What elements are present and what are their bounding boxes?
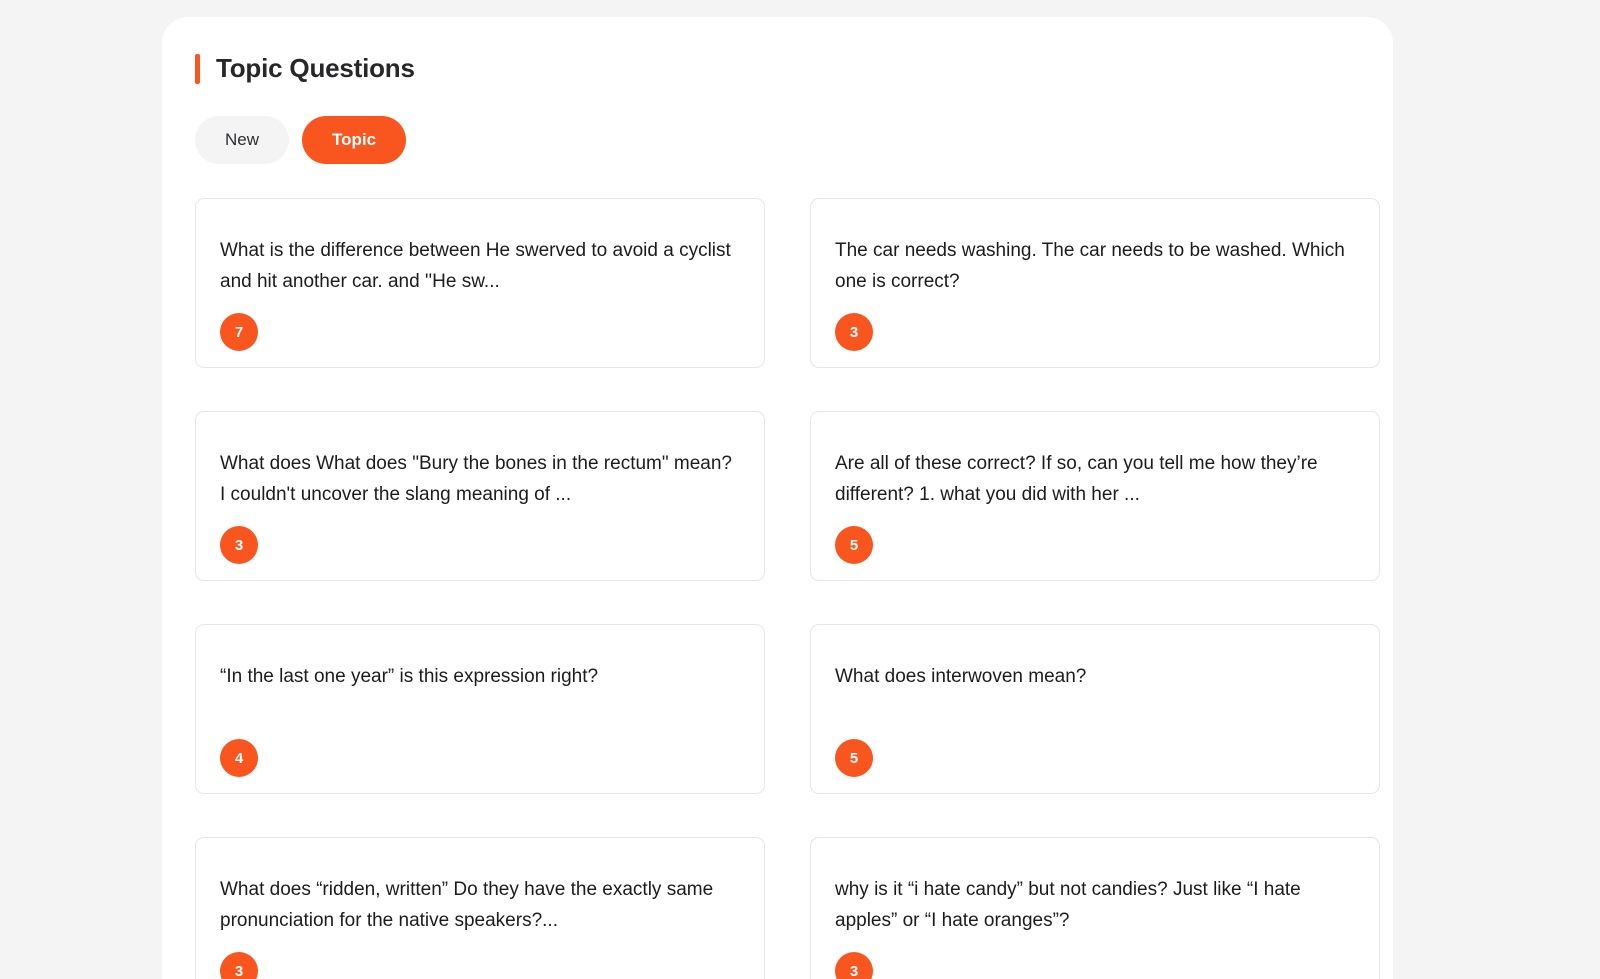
question-text: What does “ridden, written” Do they have… <box>220 879 714 931</box>
question-card[interactable]: “In the last one year” is this expressio… <box>195 624 765 794</box>
question-card-grid: What is the difference between He swerve… <box>195 198 1393 979</box>
page-title: Topic Questions <box>216 53 415 83</box>
question-card[interactable]: What does What does "Bury the bones in t… <box>195 411 765 581</box>
answer-count-badge: 4 <box>220 739 258 777</box>
answer-count-badge: 3 <box>835 313 873 351</box>
answer-count-badge: 5 <box>835 526 873 564</box>
question-card[interactable]: The car needs washing. The car needs to … <box>810 198 1380 368</box>
question-card[interactable]: What does “ridden, written” Do they have… <box>195 837 765 979</box>
filter-tabs: New Topic <box>195 116 1393 164</box>
answer-count-badge: 7 <box>220 313 258 351</box>
filter-tab-topic[interactable]: Topic <box>302 116 407 164</box>
question-card[interactable]: What is the difference between He swerve… <box>195 198 765 368</box>
answer-count-badge: 5 <box>835 739 873 777</box>
question-text: The car needs washing. The car needs to … <box>835 240 1345 292</box>
question-text: Are all of these correct? If so, can you… <box>835 453 1318 505</box>
question-card[interactable]: Are all of these correct? If so, can you… <box>810 411 1380 581</box>
topic-questions-panel: Topic Questions New Topic What is the di… <box>162 17 1393 979</box>
answer-count-badge: 3 <box>835 952 873 979</box>
question-card[interactable]: What does interwoven mean? 5 <box>810 624 1380 794</box>
question-text: why is it “i hate candy” but not candies… <box>835 879 1301 931</box>
accent-bar-icon <box>195 53 200 84</box>
question-text: What is the difference between He swerve… <box>220 240 731 292</box>
answer-count-badge: 3 <box>220 526 258 564</box>
question-text: What does What does "Bury the bones in t… <box>220 453 732 505</box>
answer-count-badge: 3 <box>220 952 258 979</box>
question-text: “In the last one year” is this expressio… <box>220 666 599 687</box>
question-card[interactable]: why is it “i hate candy” but not candies… <box>810 837 1380 979</box>
page-header: Topic Questions <box>195 53 1393 84</box>
filter-tab-new[interactable]: New <box>195 116 290 164</box>
question-text: What does interwoven mean? <box>835 666 1087 687</box>
